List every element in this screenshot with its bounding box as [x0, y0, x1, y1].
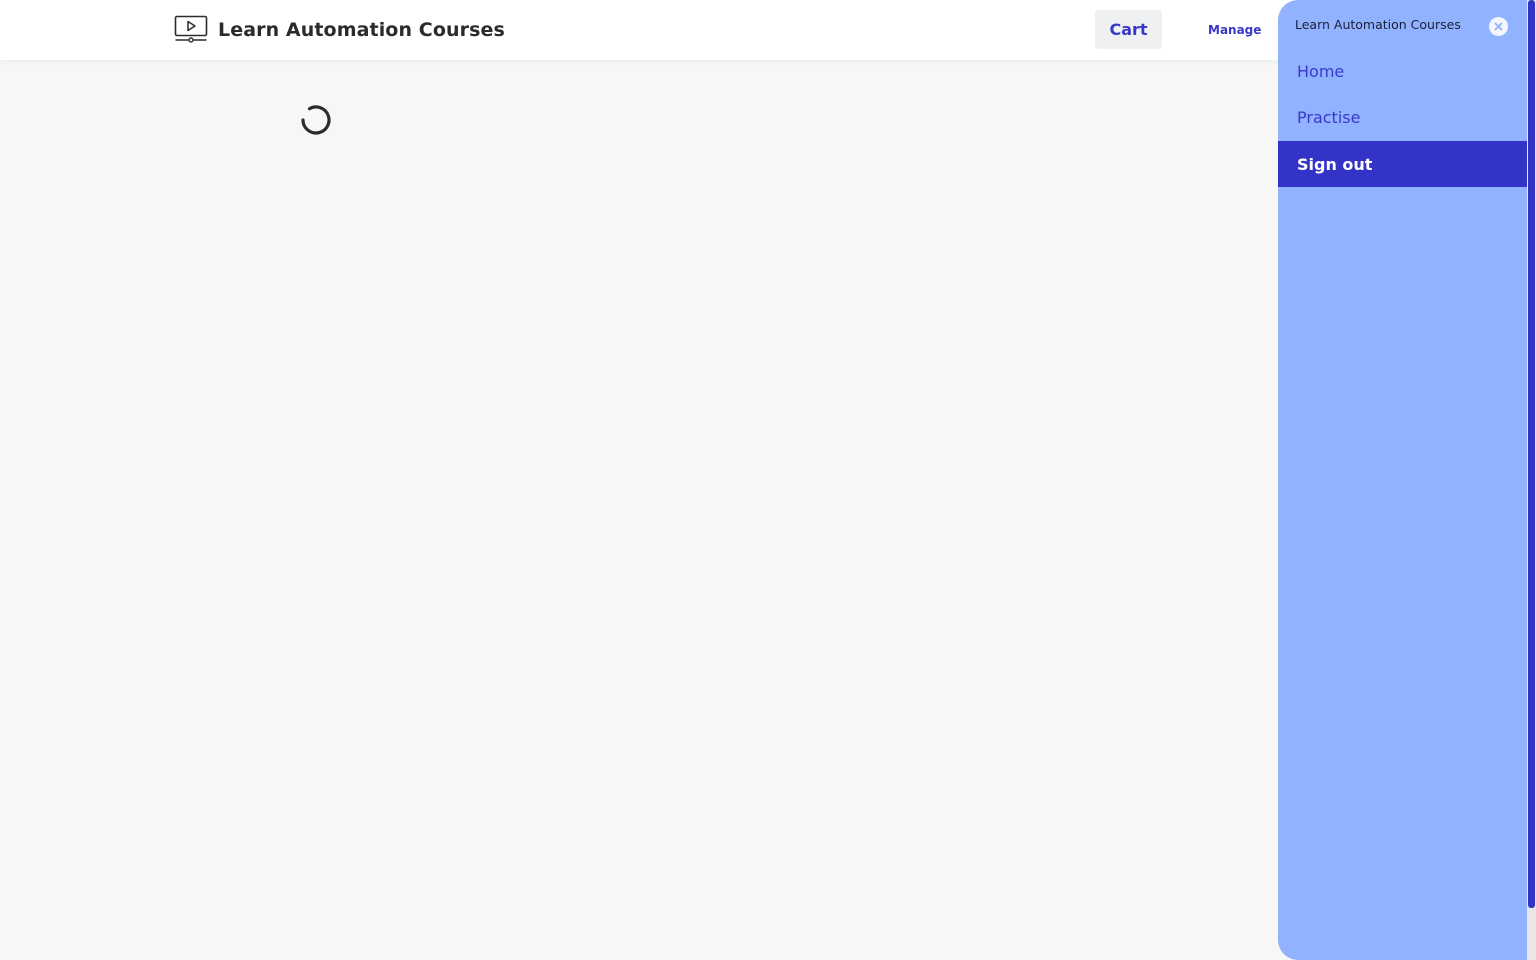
- drawer-item-sign-out[interactable]: Sign out: [1278, 141, 1527, 187]
- video-play-monitor-icon: [174, 15, 208, 43]
- drawer-title: Learn Automation Courses: [1295, 17, 1461, 32]
- brand-title: Learn Automation Courses: [218, 19, 505, 41]
- drawer-item-practise[interactable]: Practise: [1278, 94, 1527, 140]
- side-drawer: Learn Automation Courses Home Practise S…: [1278, 0, 1527, 960]
- brand[interactable]: Learn Automation Courses: [174, 14, 505, 46]
- manage-link[interactable]: Manage: [1208, 23, 1261, 37]
- close-icon[interactable]: [1489, 17, 1508, 36]
- drawer-item-home[interactable]: Home: [1278, 48, 1527, 94]
- close-x-glyph: [1494, 22, 1503, 31]
- loading-spinner-icon: [301, 105, 331, 135]
- scrollbar-thumb[interactable]: [1528, 0, 1535, 908]
- page: Learn Automation Courses Cart Manage Lea…: [0, 0, 1536, 960]
- cart-button[interactable]: Cart: [1095, 10, 1162, 49]
